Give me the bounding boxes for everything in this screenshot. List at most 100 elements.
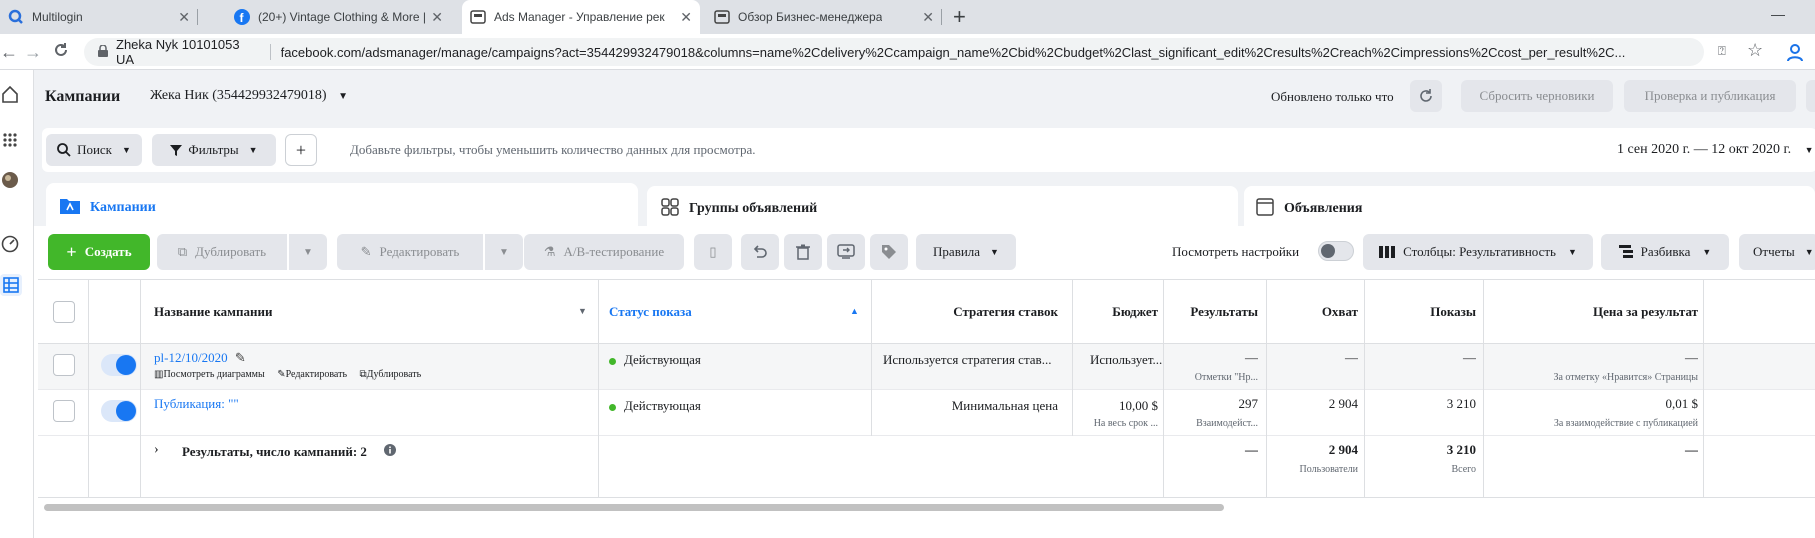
delete-button[interactable]	[784, 234, 822, 270]
tab-title: Ads Manager - Управление рек	[494, 10, 665, 24]
reload-icon[interactable]	[52, 41, 70, 63]
campaign-toggle[interactable]	[101, 354, 137, 376]
column-divider	[871, 280, 872, 436]
campaign-toggle[interactable]	[101, 400, 137, 422]
caret-down-icon: ▼	[1702, 247, 1712, 257]
table-row[interactable]: pl-12/10/2020 ✎ ▥Посмотреть диаграммы ✎Р…	[38, 344, 1815, 390]
filter-placeholder[interactable]: Добавьте фильтры, чтобы уменьшить количе…	[350, 142, 755, 158]
home-icon[interactable]	[0, 84, 20, 104]
info-icon[interactable]	[384, 444, 396, 460]
refresh-button[interactable]	[1410, 80, 1442, 112]
tab-title: Обзор Бизнес-менеджера	[738, 10, 883, 24]
back-arrow-icon[interactable]: ←	[0, 42, 18, 63]
status-dot	[609, 357, 616, 365]
row-checkbox[interactable]	[53, 400, 75, 422]
toggle-knob	[116, 355, 136, 375]
breakdown-button[interactable]: Разбивка ▼	[1601, 234, 1729, 270]
translate-icon[interactable]: ⍰	[1718, 43, 1726, 59]
search-button[interactable]: Поиск ▼	[46, 134, 142, 166]
columns-button[interactable]: Столбцы: Результативность ▼	[1363, 234, 1593, 270]
review-publish-button[interactable]: Проверка и публикация	[1624, 80, 1796, 112]
forward-arrow-icon[interactable]: →	[24, 42, 42, 63]
column-header-reach[interactable]: Охват	[1278, 304, 1358, 320]
close-tab-icon[interactable]: ✕	[680, 9, 692, 26]
duplicate-dropdown-icon[interactable]: ▼	[289, 234, 327, 270]
account-avatar-icon[interactable]	[0, 170, 20, 190]
delivery-status: Действующая	[609, 398, 701, 414]
close-tab-icon[interactable]: ✕	[431, 9, 443, 26]
undo-button[interactable]	[741, 234, 779, 270]
star-icon[interactable]: ☆	[1747, 40, 1763, 61]
date-range-picker[interactable]: 1 сен 2020 г. — 12 окт 2020 г. ▼	[1617, 142, 1814, 158]
cost-subtitle: За отметку «Нравится» Страницы	[1553, 372, 1698, 383]
account-selector[interactable]: Жека Ник (354429932479018) ▼	[150, 88, 348, 104]
action-toolbar: + Создать ⧉ Дублировать ▼ ✎ Редактироват…	[34, 226, 1815, 278]
sort-ascending-icon[interactable]: ▲	[850, 306, 859, 316]
minimize-button[interactable]: —	[1771, 6, 1785, 22]
tab-campaigns[interactable]: Кампании	[46, 183, 638, 232]
browser-tab-multilogin[interactable]: Multilogin ✕	[0, 0, 198, 34]
view-charts-action[interactable]: ▥Посмотреть диаграммы	[154, 369, 265, 380]
column-header-bid[interactable]: Стратегия ставок	[878, 304, 1058, 320]
close-tab-icon[interactable]: ✕	[922, 9, 934, 26]
select-all-checkbox[interactable]	[53, 301, 75, 323]
duplicate-button[interactable]: ⧉ Дублировать	[157, 234, 287, 270]
ad-sets-grid-icon	[661, 197, 679, 221]
view-settings-toggle[interactable]	[1318, 241, 1354, 261]
profile-avatar-icon[interactable]	[1785, 42, 1805, 66]
tag-button[interactable]	[870, 234, 908, 270]
horizontal-scrollbar[interactable]	[44, 504, 1224, 511]
duplicate-action[interactable]: ⧉Дублировать	[360, 369, 422, 380]
page-title: Кампании	[45, 88, 121, 105]
create-button[interactable]: + Создать	[48, 234, 150, 270]
campaign-folder-icon	[60, 196, 80, 219]
level-tabs: Кампании Группы объявлений Объявления	[34, 178, 1815, 232]
browser-tab-facebook[interactable]: f (20+) Vintage Clothing & More | ✕	[226, 0, 451, 34]
column-header-cost[interactable]: Цена за результат	[1488, 304, 1698, 320]
pencil-icon[interactable]: ✎	[235, 350, 246, 365]
breakdown-icon	[1618, 245, 1633, 258]
sort-caret-icon[interactable]: ▼	[578, 306, 587, 316]
add-filter-button[interactable]: +	[285, 134, 317, 166]
ads-icon	[1256, 197, 1274, 221]
browser-tab-ads-manager[interactable]: Ads Manager - Управление рек ✕	[462, 0, 700, 34]
view-settings-label: Посмотреть настройки	[1172, 244, 1300, 259]
column-header-name[interactable]: Название кампании	[154, 304, 272, 320]
edit-button[interactable]: ✎ Редактировать	[337, 234, 483, 270]
preview-button[interactable]	[827, 234, 865, 270]
campaign-name-link[interactable]: pl-12/10/2020 ✎	[154, 350, 246, 366]
tab-divider	[197, 9, 198, 25]
rules-button[interactable]: Правила ▼	[916, 234, 1016, 270]
table-row[interactable]: Публикация: "" Действующая Минимальная ц…	[38, 390, 1815, 436]
edit-action[interactable]: ✎Редактировать	[277, 369, 347, 380]
omnibox[interactable]: Zheka Nyk 10101053 UA facebook.com/adsma…	[84, 37, 1704, 67]
cost-per-result: 0,01 $	[1665, 396, 1699, 411]
campaign-name[interactable]: Публикация: ""	[154, 396, 239, 412]
summary-reach-subtitle: Пользователи	[1299, 464, 1358, 475]
summary-row: › Результаты, число кампаний: 2 — 2 904 …	[38, 436, 1815, 498]
reports-label: Отчеты	[1753, 244, 1795, 259]
row-actions: ▥Посмотреть диаграммы ✎Редактировать ⧉Ду…	[154, 369, 421, 380]
reports-button[interactable]: Отчеты ▼	[1739, 234, 1815, 270]
header-overflow-button[interactable]	[1806, 80, 1815, 112]
column-header-delivery[interactable]: Статус показа	[609, 304, 692, 320]
discard-drafts-button[interactable]: Сбросить черновики	[1461, 80, 1613, 112]
expand-chevron-icon[interactable]: ›	[154, 442, 159, 458]
column-header-budget[interactable]: Бюджет	[1078, 304, 1158, 320]
tab-campaigns-label: Кампании	[90, 199, 156, 215]
filters-button[interactable]: Фильтры ▼	[152, 134, 276, 166]
column-header-impressions[interactable]: Показы	[1378, 304, 1476, 320]
new-tab-button[interactable]: +	[953, 4, 966, 30]
campaigns-table-icon[interactable]	[0, 274, 22, 296]
row-checkbox[interactable]	[53, 354, 75, 376]
edit-dropdown-icon[interactable]: ▼	[485, 234, 523, 270]
column-header-results[interactable]: Результаты	[1168, 304, 1258, 320]
close-tab-icon[interactable]: ✕	[178, 9, 190, 26]
column-divider	[1483, 280, 1484, 498]
gauge-icon[interactable]	[0, 234, 20, 254]
apps-grid-icon[interactable]	[0, 130, 20, 150]
url-text[interactable]: facebook.com/adsmanager/manage/campaigns…	[281, 45, 1704, 60]
browser-tab-business-manager[interactable]: Обзор Бизнес-менеджера ✕	[706, 0, 942, 34]
ab-test-button[interactable]: ⚗ A/B-тестирование	[524, 234, 684, 270]
delete-draft-icon[interactable]: ▯	[694, 234, 732, 270]
